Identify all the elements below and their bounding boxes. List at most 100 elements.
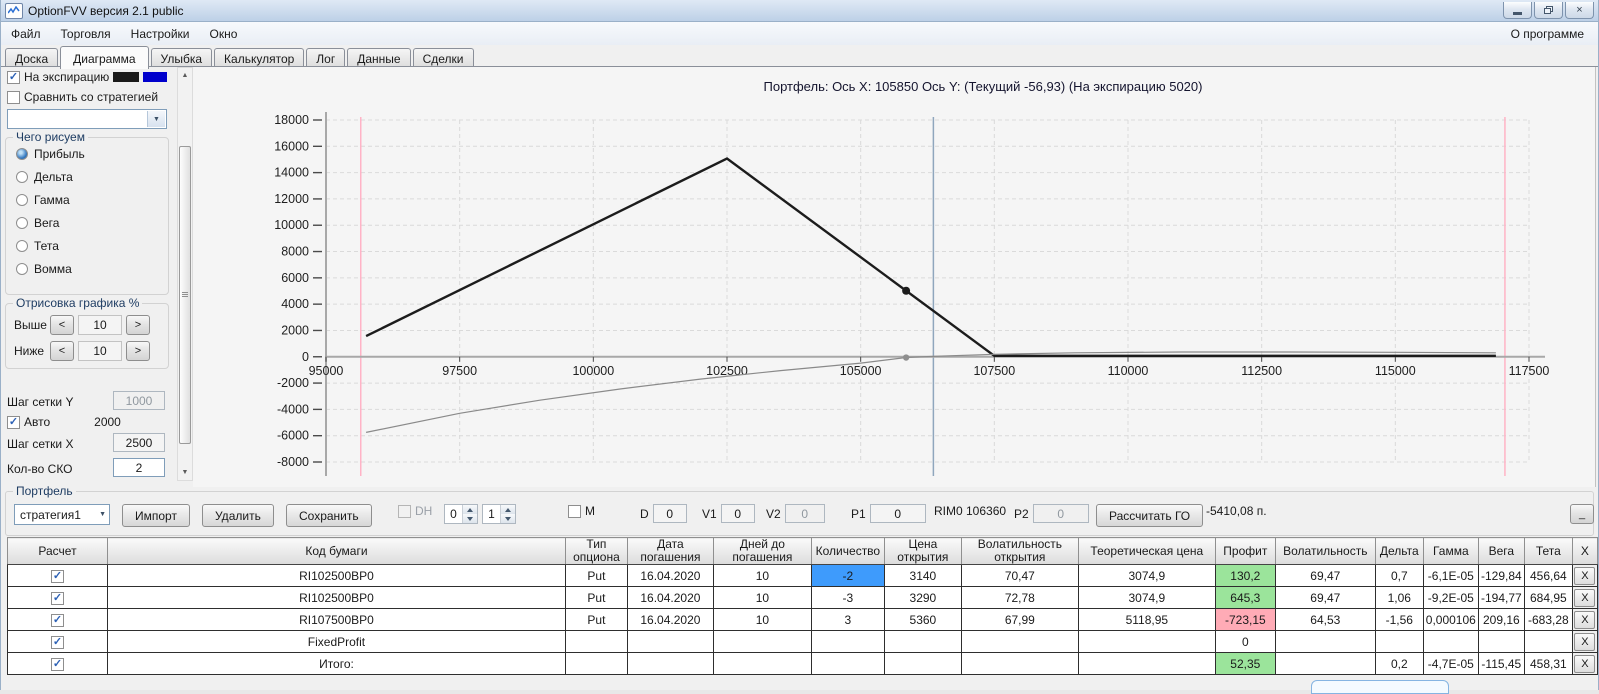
below-decrease-button[interactable]: < bbox=[50, 341, 74, 361]
grid-x-input[interactable]: 2500 bbox=[113, 433, 165, 452]
above-row: Выше < 10 > bbox=[14, 315, 150, 335]
col-header[interactable]: Волатильность открытия bbox=[960, 537, 1079, 565]
remove-row-button[interactable]: X bbox=[1574, 654, 1596, 673]
scrollbar-thumb[interactable] bbox=[179, 146, 191, 444]
minimize-button[interactable] bbox=[1503, 2, 1532, 19]
strategy-select[interactable]: стратегия1 ▼ bbox=[14, 504, 110, 525]
radio-Вомма[interactable]: Вомма bbox=[16, 262, 168, 276]
sidebar-scrollbar[interactable]: ▲ ▼ bbox=[177, 67, 193, 481]
below-increase-button[interactable]: > bbox=[126, 341, 150, 361]
grid-y-input[interactable]: 1000 bbox=[113, 391, 165, 410]
tab-Калькулятор[interactable]: Калькулятор bbox=[214, 48, 305, 68]
d-input[interactable]: 0 bbox=[652, 504, 687, 523]
col-header[interactable]: Дней до погашения bbox=[712, 537, 812, 565]
col-header[interactable]: Гамма bbox=[1422, 537, 1479, 565]
menu-item-Торговля[interactable]: Торговля bbox=[51, 24, 121, 44]
m-toggle[interactable]: M bbox=[568, 504, 595, 518]
remove-row-button[interactable]: X bbox=[1574, 632, 1596, 651]
tab-Сделки[interactable]: Сделки bbox=[412, 48, 474, 68]
p1-input[interactable]: 0 bbox=[869, 504, 926, 523]
above-percent-value[interactable]: 10 bbox=[78, 315, 122, 335]
radio-Тета[interactable]: Тета bbox=[16, 239, 168, 253]
col-header[interactable]: Волатильность bbox=[1274, 537, 1376, 565]
spin-down-icon bbox=[501, 514, 515, 523]
p2-input[interactable]: 0 bbox=[1032, 504, 1089, 523]
col-header[interactable]: Расчет bbox=[7, 537, 108, 565]
radio-Гамма[interactable]: Гамма bbox=[16, 193, 168, 207]
row-calc-checkbox[interactable]: ✓ bbox=[50, 570, 64, 583]
col-header[interactable]: Вега bbox=[1477, 537, 1525, 565]
col-header[interactable]: Тип опциона bbox=[564, 537, 628, 565]
col-header[interactable]: Дата погашения bbox=[626, 537, 714, 565]
tab-Доска[interactable]: Доска bbox=[5, 48, 59, 68]
window-title: OptionFVV версия 2.1 public bbox=[28, 3, 184, 18]
tab-Диаграмма[interactable]: Диаграмма bbox=[60, 46, 149, 69]
tab-Лог[interactable]: Лог bbox=[306, 48, 346, 68]
row-calc-checkbox[interactable]: ✓ bbox=[50, 658, 64, 671]
radio-circle-icon bbox=[16, 217, 28, 229]
auto-checkbox[interactable]: ✓ bbox=[7, 415, 20, 429]
row-calc-checkbox[interactable]: ✓ bbox=[50, 614, 64, 627]
compare-toggle[interactable]: Сравнить со стратегией bbox=[7, 90, 158, 104]
m-checkbox[interactable] bbox=[568, 504, 581, 518]
above-decrease-button[interactable]: < bbox=[50, 315, 74, 335]
scroll-down-icon[interactable]: ▼ bbox=[178, 465, 192, 480]
col-header[interactable]: X bbox=[1571, 537, 1599, 565]
expiration-color-swatch bbox=[113, 72, 140, 82]
save-button[interactable]: Сохранить bbox=[286, 504, 372, 527]
compare-checkbox[interactable] bbox=[7, 90, 20, 104]
col-header[interactable]: Цена открытия bbox=[883, 537, 962, 565]
menu-about[interactable]: О программе bbox=[1497, 24, 1598, 44]
menu-item-Окно[interactable]: Окно bbox=[200, 24, 248, 44]
import-button[interactable]: Импорт bbox=[122, 504, 190, 527]
x-tick-label: 117500 bbox=[1509, 364, 1550, 378]
dh-spinner-1[interactable]: 0 bbox=[444, 504, 478, 524]
tab-Улыбка[interactable]: Улыбка bbox=[150, 48, 213, 68]
close-button[interactable]: × bbox=[1565, 2, 1594, 19]
remove-row-button[interactable]: X bbox=[1574, 610, 1596, 629]
remove-row-button[interactable]: X bbox=[1574, 588, 1596, 607]
below-percent-value[interactable]: 10 bbox=[78, 341, 122, 361]
v2-input[interactable]: 0 bbox=[784, 504, 825, 523]
profit-chart[interactable]: -8000 -6000 -4000 -2000 0 2000 4000 6000 8000 100… bbox=[193, 67, 1596, 487]
restore-icon bbox=[1544, 6, 1553, 14]
remove-row-button[interactable]: X bbox=[1574, 566, 1596, 585]
scroll-up-icon[interactable]: ▲ bbox=[178, 68, 192, 83]
menubar: Файл Торговля Настройки Окно О программе bbox=[1, 22, 1598, 45]
auto-toggle[interactable]: ✓ Авто 2000 bbox=[7, 415, 121, 429]
menu-item-Настройки[interactable]: Настройки bbox=[121, 24, 200, 44]
above-increase-button[interactable]: > bbox=[126, 315, 150, 335]
partial-popup[interactable] bbox=[1311, 680, 1449, 694]
x-tick-label: 95000 bbox=[309, 364, 344, 378]
dh-spinner-2[interactable]: 1 bbox=[482, 504, 516, 524]
radio-Вега[interactable]: Вега bbox=[16, 216, 168, 230]
col-header[interactable]: Дельта bbox=[1374, 537, 1424, 565]
v1-input[interactable]: 0 bbox=[720, 504, 755, 523]
collapse-panel-button[interactable]: _ bbox=[1570, 504, 1594, 524]
row-calc-checkbox[interactable]: ✓ bbox=[50, 636, 64, 649]
col-header[interactable]: Количество bbox=[810, 537, 885, 565]
dh-toggle[interactable]: DH bbox=[398, 504, 432, 518]
expiration-checkbox[interactable]: ✓ bbox=[7, 70, 20, 84]
row-calc-checkbox[interactable]: ✓ bbox=[50, 592, 64, 605]
dh-checkbox[interactable] bbox=[398, 504, 411, 518]
y-tick-label: 12000 bbox=[274, 192, 309, 206]
below-row: Ниже < 10 > bbox=[14, 341, 150, 361]
radio-Дельта[interactable]: Дельта bbox=[16, 170, 168, 184]
col-header[interactable]: Профит bbox=[1214, 537, 1276, 565]
col-header[interactable]: Теоретическая цена bbox=[1077, 537, 1216, 565]
table-row: ✓ RI102500BP0 Put 16.04.2020 10 -2 3140 70,47 30… bbox=[7, 564, 1599, 587]
menu-item-Файл[interactable]: Файл bbox=[1, 24, 51, 44]
restore-button[interactable] bbox=[1534, 2, 1563, 19]
col-header[interactable]: Тета bbox=[1523, 537, 1573, 565]
y-tick-label: 0 bbox=[302, 350, 309, 364]
sko-input[interactable]: 2 bbox=[113, 458, 165, 477]
compare-strategy-select[interactable]: ▼ bbox=[7, 109, 167, 129]
col-header[interactable]: Код бумаги bbox=[106, 537, 566, 565]
y-tick-label: 8000 bbox=[281, 245, 309, 259]
calc-go-button[interactable]: Рассчитать ГО bbox=[1096, 504, 1204, 527]
radio-Прибыль[interactable]: Прибыль bbox=[16, 147, 168, 161]
delete-button[interactable]: Удалить bbox=[202, 504, 274, 527]
tab-Данные[interactable]: Данные bbox=[347, 48, 411, 68]
expiration-toggle[interactable]: ✓ На экспирацию bbox=[7, 70, 168, 84]
